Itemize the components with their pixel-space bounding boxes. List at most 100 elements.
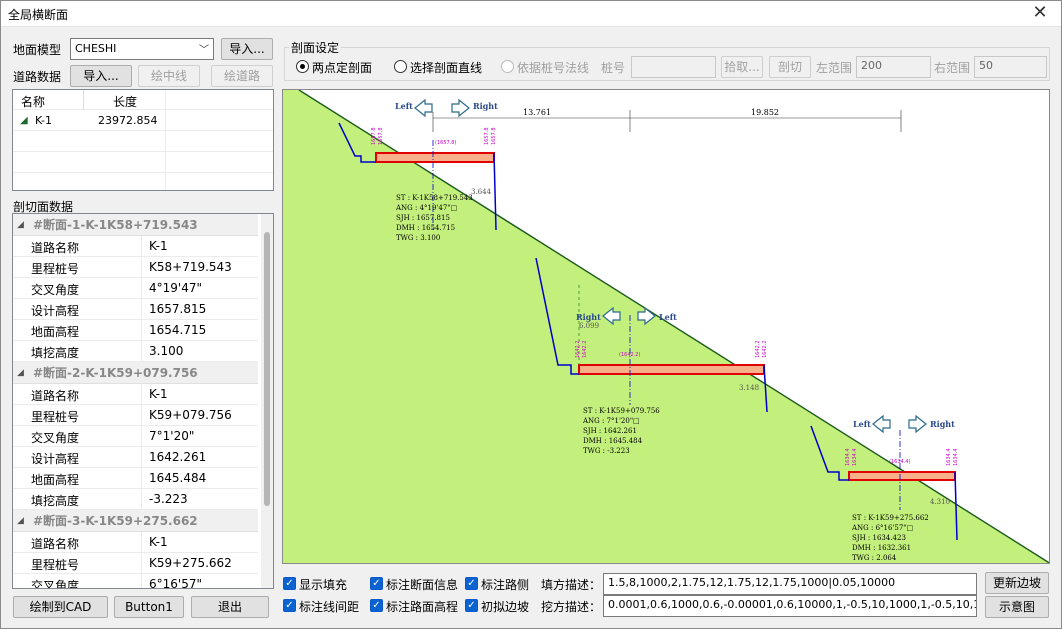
table-row[interactable]: 填挖高度 3.100 xyxy=(13,341,258,362)
sec2-dmh: DMH : 1645.484 xyxy=(583,437,643,445)
table-row[interactable]: 交叉角度 7°1'20" xyxy=(13,426,258,447)
exit-button[interactable]: 退出 xyxy=(191,596,269,618)
fill-desc-input[interactable]: 1.5,8,1000,2,1.75,12,1.75,12,1.75,1000|0… xyxy=(603,573,977,595)
draft-slope-checkbox[interactable]: ✓ xyxy=(465,599,478,612)
close-icon[interactable]: ✕ xyxy=(1025,2,1055,24)
side-distance: 3.148 xyxy=(739,384,759,392)
draw-centerline-button[interactable]: 绘中线 xyxy=(138,65,200,87)
sec3-st: ST : K-1K59+275.662 xyxy=(852,514,929,522)
sec1-twg: TWG : 3.100 xyxy=(396,234,440,242)
road-icon: ◢ xyxy=(20,115,28,126)
list-item[interactable]: ◢ K-1 23972.854 xyxy=(13,111,273,131)
dimension-label: 19.852 xyxy=(751,108,779,117)
station-normal-radio[interactable] xyxy=(501,60,514,73)
cut-button[interactable]: 剖切 xyxy=(769,56,811,78)
road-name: K-1 xyxy=(35,114,53,127)
svg-text:1657.8: 1657.8 xyxy=(491,128,497,146)
section-header-3[interactable]: ◢ #断面-3-K-1K59+275.662 xyxy=(13,510,258,532)
draw-to-cad-button[interactable]: 绘制到CAD xyxy=(13,596,108,618)
svg-text:1634.4: 1634.4 xyxy=(845,449,851,467)
svg-text:(1634.4): (1634.4) xyxy=(889,459,910,465)
collapse-icon[interactable]: ◢ xyxy=(17,362,24,384)
svg-text:1642.2: 1642.2 xyxy=(575,341,581,359)
select-line-radio[interactable] xyxy=(394,60,407,73)
window-title: 全局横断面 xyxy=(8,8,69,22)
table-row[interactable]: 里程桩号 K58+719.543 xyxy=(13,257,258,278)
two-point-radio[interactable] xyxy=(296,60,309,73)
table-row[interactable]: 里程桩号 K59+079.756 xyxy=(13,405,258,426)
mark-section-info-checkbox[interactable]: ✓ xyxy=(370,577,383,590)
table-row[interactable]: 里程桩号 K59+275.662 xyxy=(13,553,258,574)
chevron-down-icon: ﹀ xyxy=(199,45,209,56)
button1[interactable]: Button1 xyxy=(114,596,184,618)
table-row[interactable]: 地面高程 1654.715 xyxy=(13,320,258,341)
left-range-input[interactable]: 200 xyxy=(856,56,931,78)
side-distance: 6.099 xyxy=(579,322,599,330)
update-slope-button[interactable]: 更新边坡 xyxy=(985,572,1049,594)
left-label: Left xyxy=(659,312,677,322)
mark-road-elev-checkbox[interactable]: ✓ xyxy=(370,599,383,612)
svg-text:1634.4: 1634.4 xyxy=(953,449,959,467)
ground-model-combo[interactable]: CHESHI ﹀ xyxy=(70,38,214,60)
svg-text:1634.4: 1634.4 xyxy=(946,449,952,467)
diagram-button[interactable]: 示意图 xyxy=(985,596,1049,618)
table-row[interactable]: 道路名称 K-1 xyxy=(13,532,258,553)
table-row[interactable]: 交叉角度 4°19'47" xyxy=(13,278,258,299)
table-row[interactable]: 填挖高度 -3.223 xyxy=(13,489,258,510)
sec2-ang: ANG : 7°1'20"□ xyxy=(582,417,640,425)
svg-text:1642.2: 1642.2 xyxy=(755,341,761,359)
svg-text:1642.2: 1642.2 xyxy=(762,341,768,359)
draw-road-button[interactable]: 绘道路 xyxy=(211,65,273,87)
show-fill-label: 显示填充 xyxy=(299,578,348,592)
left-arrow-icon xyxy=(872,414,891,434)
svg-text:1642.2: 1642.2 xyxy=(582,341,588,359)
ground-model-value: CHESHI xyxy=(75,42,117,55)
road-list[interactable]: 名称 长度 ◢ K-1 23972.854 xyxy=(12,89,274,191)
cross-section-canvas[interactable]: 13.761 19.852 Left Right 3.644 ST : K-1K… xyxy=(282,89,1050,564)
import-road-button[interactable]: 导入... xyxy=(70,65,132,87)
section-header-1[interactable]: ◢ #断面-1-K-1K58+719.543 xyxy=(13,214,258,236)
mark-line-spacing-checkbox[interactable]: ✓ xyxy=(283,599,296,612)
svg-text:1657.8: 1657.8 xyxy=(484,128,490,146)
collapse-icon[interactable]: ◢ xyxy=(17,214,24,236)
scrollbar-thumb[interactable] xyxy=(264,232,270,506)
list-header: 名称 长度 xyxy=(13,90,273,190)
table-row[interactable]: 道路名称 K-1 xyxy=(13,384,258,405)
left-label: Left xyxy=(853,419,871,429)
right-arrow-icon xyxy=(908,414,927,434)
station-input[interactable] xyxy=(631,56,716,78)
draft-slope-label: 初拟边坡 xyxy=(481,600,530,614)
collapse-icon[interactable]: ◢ xyxy=(17,510,24,532)
pick-button[interactable]: 拾取... xyxy=(721,56,763,78)
section-property-tree[interactable]: ◢ #断面-1-K-1K58+719.543 道路名称 K-1 里程桩号 K58+71… xyxy=(12,213,274,589)
fill-desc-label: 填方描述： xyxy=(541,578,602,592)
mark-road-side-checkbox[interactable]: ✓ xyxy=(465,577,478,590)
right-arrow-icon xyxy=(451,98,470,118)
right-label: Right xyxy=(576,312,601,322)
tree-scrollbar[interactable] xyxy=(261,214,273,588)
left-range-label: 左范围 xyxy=(816,61,853,75)
right-range-input[interactable]: 50 xyxy=(974,56,1047,78)
mark-line-spacing-label: 标注线间距 xyxy=(299,600,360,614)
svg-text:1657.8: 1657.8 xyxy=(378,128,384,146)
import-ground-button[interactable]: 导入... xyxy=(221,38,273,60)
table-row[interactable]: 设计高程 1657.815 xyxy=(13,299,258,320)
list-header-length: 长度 xyxy=(113,95,138,109)
table-row[interactable]: 道路名称 K-1 xyxy=(13,236,258,257)
road-surface-1 xyxy=(375,152,495,163)
show-fill-checkbox[interactable]: ✓ xyxy=(283,577,296,590)
table-row[interactable]: 设计高程 1642.261 xyxy=(13,447,258,468)
cross-section-drawing: 13.761 19.852 Left Right 3.644 ST : K-1K… xyxy=(283,90,1049,563)
sec1-dmh: DMH : 1654.715 xyxy=(396,224,455,232)
section-header-2[interactable]: ◢ #断面-2-K-1K59+079.756 xyxy=(13,362,258,384)
sec3-dmh: DMH : 1632.361 xyxy=(852,544,911,552)
table-row[interactable]: 地面高程 1645.484 xyxy=(13,468,258,489)
cut-desc-input[interactable]: 0.0001,0.6,1000,0.6,-0.00001,0.6,10000,1… xyxy=(603,595,977,617)
right-label: Right xyxy=(473,101,498,111)
table-row[interactable]: 交叉角度 6°16'57" xyxy=(13,574,258,588)
section-settings-label: 剖面设定 xyxy=(289,39,342,56)
right-label: Right xyxy=(930,419,955,429)
ground-model-label: 地面模型 xyxy=(13,43,62,57)
sec3-sjh: SJH : 1634.423 xyxy=(852,534,906,542)
title-bar: 全局横断面 ✕ xyxy=(1,1,1061,27)
